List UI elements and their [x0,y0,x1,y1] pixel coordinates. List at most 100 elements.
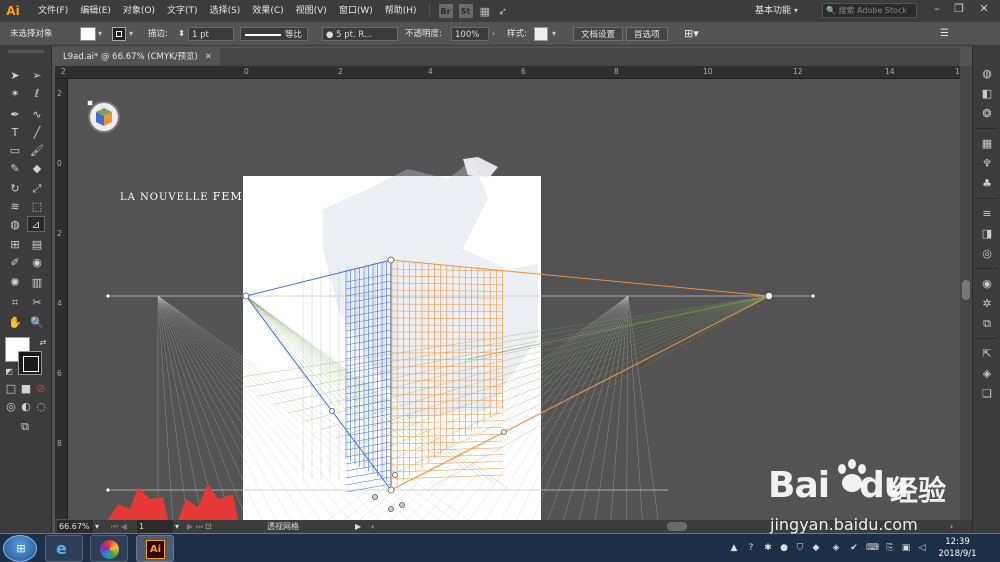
variable-width-profile[interactable]: 等比 [240,27,308,41]
artwork-title[interactable]: LA NOUVELLE FEMME [120,190,264,203]
security-tray-icon[interactable]: ◈ [830,542,842,554]
magic-wand-tool-icon[interactable]: ✶ [6,86,24,102]
stock-button[interactable]: St [458,4,473,18]
stroke-weight-field[interactable]: 1 pt [188,27,234,41]
direct-selection-tool-icon[interactable]: ➢ [28,68,46,84]
default-fill-stroke-icon[interactable]: ◩ [0,364,18,380]
left-grid-extent-handle[interactable] [329,408,335,414]
left-vanishing-point-handle[interactable] [242,292,250,300]
vertical-scroll-thumb[interactable] [962,280,970,300]
input-method-icon[interactable]: ⌨ [866,542,879,554]
paintbrush-tool-icon[interactable]: 🖌 [28,143,46,159]
panel-menu-icon[interactable]: ☰ [940,27,949,41]
export-icon[interactable]: ⇱ [978,346,996,362]
rectangle-tool-icon[interactable]: ▭ [6,143,24,159]
cc-libraries-icon[interactable]: ❂ [978,106,996,122]
perspective-grid-tool-icon[interactable]: ⊿ [27,216,45,232]
taskbar-browser[interactable] [90,535,128,562]
chevron-right-icon[interactable]: › [492,27,495,41]
pen-tool-icon[interactable]: ✒ [6,107,24,123]
symbols-icon[interactable]: ♣ [978,176,996,192]
chevron-down-icon[interactable]: ▾ [129,27,133,41]
zoom-tool-icon[interactable]: 🔍 [28,315,46,331]
right-plane-control-handle[interactable] [399,502,405,508]
type-tool-icon[interactable]: T [6,125,24,141]
screen-mode-icon[interactable]: ⧉ [16,419,34,435]
warp-tool-icon[interactable]: ≋ [6,199,24,215]
align-options-icon[interactable]: ⊞▾ [684,27,699,41]
menu-help[interactable]: 帮助(H) [379,0,423,22]
blend-tool-icon[interactable]: ◉ [28,255,46,271]
status-menu-icon[interactable]: ▶ [355,520,361,533]
restore-icon[interactable]: ❐ [950,2,968,15]
selection-tool-icon[interactable]: ➤ [6,68,24,84]
fill-color-swatch[interactable] [80,27,96,41]
close-tab-icon[interactable]: ✕ [205,52,212,62]
right-vanishing-point-handle[interactable] [765,292,773,300]
scale-tool-icon[interactable]: ⤢ [28,181,46,197]
none-mode-icon[interactable]: ⊘ [32,381,50,397]
menu-select[interactable]: 选择(S) [204,0,247,22]
network-icon[interactable]: ▣ [900,542,912,554]
horizon-left-handle[interactable] [105,293,111,299]
shield-icon[interactable]: ⛉ [794,542,806,554]
baidu-tray-icon[interactable]: ● [778,542,790,554]
next-artboard-icon[interactable]: ▶ ⏭ [187,520,203,533]
usb-icon[interactable]: ⎘ [884,542,896,554]
volume-icon[interactable]: ◁ [916,542,928,554]
graphic-style-swatch[interactable] [534,27,548,41]
swap-fill-stroke-icon[interactable]: ⇄ [34,335,52,351]
menu-object[interactable]: 对象(O) [117,0,161,22]
line-tool-icon[interactable]: ╱ [28,125,46,141]
gpu-performance-icon[interactable]: ➶ [498,5,507,18]
artboard-number-field[interactable]: 1 [137,520,173,533]
lasso-tool-icon[interactable]: ℓ [28,86,46,102]
free-transform-tool-icon[interactable]: ⬚ [28,199,46,215]
ground-left-handle[interactable] [105,487,111,493]
origin-handle[interactable] [387,486,395,494]
transform-icon[interactable]: ⧉ [978,316,996,332]
curvature-tool-icon[interactable]: ∿ [28,107,46,123]
right-grid-extent-handle[interactable] [501,429,507,435]
document-tab[interactable]: L9ad.ai* @ 66.67% (CMYK/预览) ✕ [55,48,220,66]
taskbar-ie[interactable]: e [45,535,83,562]
symbol-sprayer-tool-icon[interactable]: ✺ [6,275,24,291]
document-setup-button[interactable]: 文档设置 [573,27,624,41]
gradient-tool-icon[interactable]: ▤ [28,237,46,253]
start-button[interactable]: ⊞ [3,535,37,562]
grid-cell-size-handle[interactable] [392,472,398,478]
color-panel-icon[interactable]: ◍ [978,66,996,82]
clock[interactable]: 12:39 2018/9/1 [930,536,985,560]
stock-search-input[interactable]: 🔍 搜索 Adobe Stock [822,3,917,18]
perspective-grid[interactable] [68,79,960,520]
minimize-icon[interactable]: – [928,2,946,15]
slice-tool-icon[interactable]: ✂ [28,295,46,311]
plane-switching-widget[interactable] [87,100,120,133]
shield-check-icon[interactable]: ✔ [848,542,860,554]
bluetooth-icon[interactable]: ✱ [762,542,774,554]
horizon-right-handle[interactable] [810,293,816,299]
chevron-down-icon[interactable]: ▾ [95,520,99,533]
column-graph-tool-icon[interactable]: ▥ [28,275,46,291]
menu-file[interactable]: 文件(F) [32,0,74,22]
stroke-panel-icon[interactable]: ≡ [978,206,996,222]
draw-inside-icon[interactable]: ◌ [32,399,50,415]
stroke-stepper-icon[interactable]: ⬍ [178,27,185,41]
help-icon[interactable]: ? [745,542,757,554]
tray-expand-icon[interactable]: ▲ [728,542,740,554]
preferences-button[interactable]: 首选项 [626,27,668,41]
workspace-switcher[interactable]: 基本功能 ▾ [755,3,798,19]
opacity-field[interactable]: 100% [451,27,489,41]
canvas-area[interactable]: LA NOUVELLE FEMME [68,79,960,520]
vertical-grid-extent-handle[interactable] [387,256,395,264]
layers-icon[interactable]: ◈ [978,366,996,382]
menu-view[interactable]: 视图(V) [290,0,333,22]
eyedropper-tool-icon[interactable]: ✐ [6,255,24,271]
horizontal-plane-control-handle[interactable] [388,506,394,512]
close-icon[interactable]: ✕ [975,2,993,15]
stroke-swatch[interactable] [18,351,42,375]
bridge-button[interactable]: Br [438,4,453,18]
taskbar-illustrator[interactable]: Ai [136,535,174,562]
shaper-tool-icon[interactable]: ✎ [6,161,24,177]
shape-builder-tool-icon[interactable]: ◍ [6,217,24,233]
